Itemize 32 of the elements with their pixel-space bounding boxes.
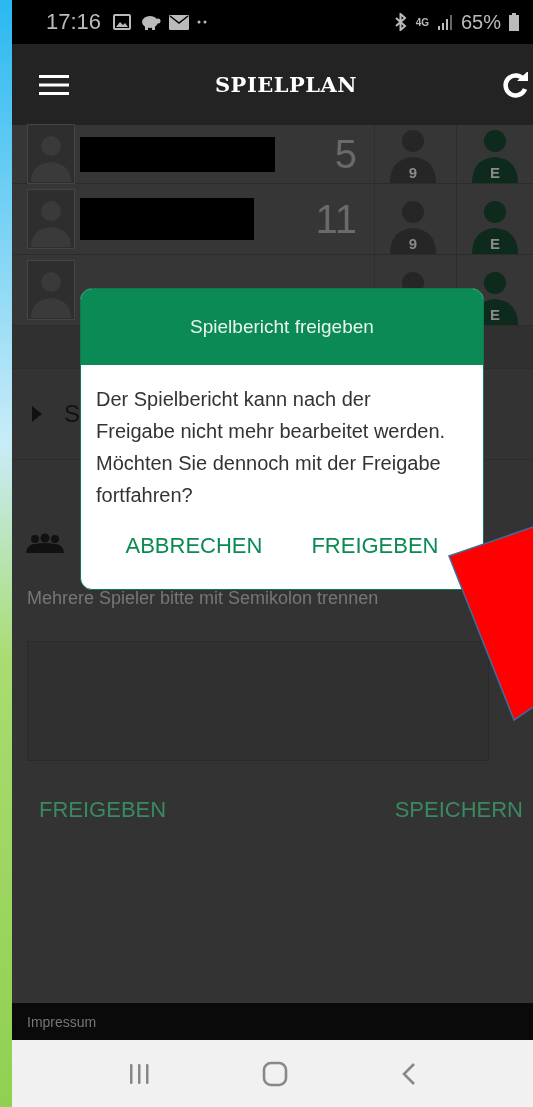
field-hint: Mehrere Spieler bitte mit Semikolon trennen	[26, 587, 380, 610]
imprint-link[interactable]: Impressum	[27, 1013, 97, 1030]
battery-icon	[509, 13, 519, 31]
team-icon	[26, 533, 64, 553]
recent-apps-icon[interactable]	[128, 1062, 151, 1085]
jersey-label: E	[489, 306, 501, 323]
clock: 17:16	[46, 9, 102, 35]
back-icon[interactable]	[400, 1061, 417, 1086]
jersey-label: E	[489, 235, 501, 252]
battery-level: 65%	[460, 10, 501, 34]
players-input-field[interactable]	[27, 641, 489, 761]
bluetooth-icon	[393, 13, 408, 31]
dialog-button[interactable]: FREIGEBEN	[305, 529, 445, 563]
home-icon[interactable]	[262, 1060, 289, 1087]
network-type: 4G	[415, 16, 429, 28]
dialog-message: Der Spielbericht kann nach der Freigabe nicht mehr bearbeitet werden. Möchten Sie dennoch mit der Freigabe fortfahren?	[96, 387, 447, 508]
more-notifications-icon	[197, 20, 208, 24]
mail-icon	[169, 14, 190, 30]
dialog-button[interactable]: ABBRECHEN	[119, 529, 269, 563]
image-icon	[113, 14, 132, 30]
refresh-icon[interactable]	[503, 71, 529, 98]
jersey-label: 9	[407, 164, 419, 181]
action-button[interactable]: SPEICHERN	[394, 791, 523, 829]
menu-icon[interactable]	[39, 74, 69, 95]
jersey-label: 9	[407, 235, 419, 252]
piggy-bank-icon	[139, 14, 162, 30]
signal-icon	[436, 14, 453, 30]
action-button[interactable]: FREIGEBEN	[39, 791, 167, 829]
dialog-title: Spielbericht freigeben	[190, 316, 374, 338]
page-title: SPIELPLAN	[214, 72, 358, 97]
expand-icon	[32, 406, 42, 422]
jersey-label: E	[489, 164, 501, 181]
